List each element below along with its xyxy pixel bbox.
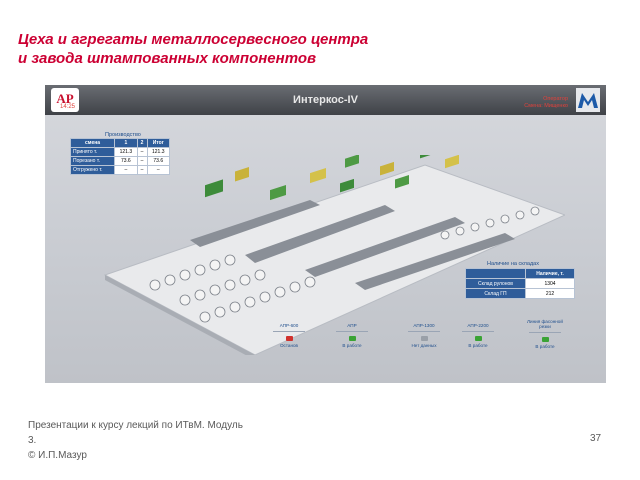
status-apr[interactable]: АПР В работе (328, 323, 376, 348)
cell-value: 212 (525, 288, 575, 299)
footer-copyright: © И.П.Мазур (28, 450, 87, 461)
header-shift: Смена: Мищенко (524, 103, 568, 109)
status-state: Нет данных (411, 343, 437, 348)
row-label: Склад ГП (464, 288, 527, 299)
app-header: АР 14:25 Интеркос-IV Оператор Смена: Мищ… (45, 85, 606, 115)
app-title: Интеркос-IV (293, 94, 358, 106)
mmk-logo-icon (576, 88, 600, 112)
status-apr-1300[interactable]: АПР-1300 Нет данных (400, 323, 448, 348)
production-header-row: смена 1 2 Итог (69, 138, 171, 148)
divider (529, 332, 561, 333)
status-apr-2200[interactable]: АПР-2200 В работе (454, 323, 502, 348)
slide-title: Цеха и агрегаты металлосервесного центра… (18, 30, 438, 68)
status-state: Останов (279, 343, 298, 348)
page-number: 37 (590, 433, 602, 444)
stock-caption: Наличие на складах (487, 261, 539, 267)
status-state: В работе (468, 343, 488, 348)
production-col-header: 1 (114, 138, 138, 148)
status-lamp-icon (285, 336, 293, 341)
table-row: Склад рулонов 1304 (464, 278, 575, 289)
divider (408, 331, 440, 332)
divider (462, 331, 494, 332)
production-col-header: Итог (146, 138, 171, 148)
production-col-header: смена (69, 138, 116, 148)
cell-value: 1304 (525, 278, 575, 289)
production-col-header: 2 (136, 138, 148, 148)
footer-line-2: 3. (28, 435, 37, 446)
stock-table: Наличие, т. Склад рулонов 1304 Склад ГП … (464, 268, 575, 299)
header-user-info: Оператор Смена: Мищенко (524, 96, 568, 110)
status-lamp-icon (348, 336, 356, 341)
status-apr-600[interactable]: АПР-600 Останов (265, 323, 313, 348)
slide-title-line-1: Цеха и агрегаты металлосервесного центра (18, 31, 369, 48)
stock-header-empty (464, 268, 527, 279)
status-unit-name: АПР-2200 (467, 323, 489, 328)
status-lamp-icon (541, 337, 549, 342)
slide-title-line-2: и завода штампованных компонентов (18, 50, 317, 67)
stock-header-row: Наличие, т. (464, 268, 575, 279)
status-unit-name: Линия фасонной резки (527, 319, 563, 329)
status-unit-name: АПР-600 (279, 323, 299, 328)
header-role: Оператор (543, 96, 568, 102)
status-lamp-icon (474, 336, 482, 341)
status-shaped-cutting-line[interactable]: Линия фасонной резки В работе (521, 319, 569, 349)
status-unit-name: АПР-1300 (413, 323, 435, 328)
row-label: Склад рулонов (464, 278, 527, 289)
scada-screenshot: АР 14:25 Интеркос-IV Оператор Смена: Мищ… (45, 85, 606, 383)
footer-line-1: Презентации к курсу лекций по ИТвМ. Моду… (28, 420, 243, 431)
status-unit-name: АПР (347, 323, 357, 328)
divider (273, 331, 305, 332)
stock-col-header: Наличие, т. (525, 268, 575, 279)
divider (336, 331, 368, 332)
status-lamp-icon (420, 336, 428, 341)
slide-footer: Презентации к курсу лекций по ИТвМ. Моду… (28, 418, 278, 463)
status-state: В работе (342, 343, 362, 348)
table-row: Склад ГП 212 (464, 288, 575, 299)
status-state: В работе (535, 344, 555, 349)
